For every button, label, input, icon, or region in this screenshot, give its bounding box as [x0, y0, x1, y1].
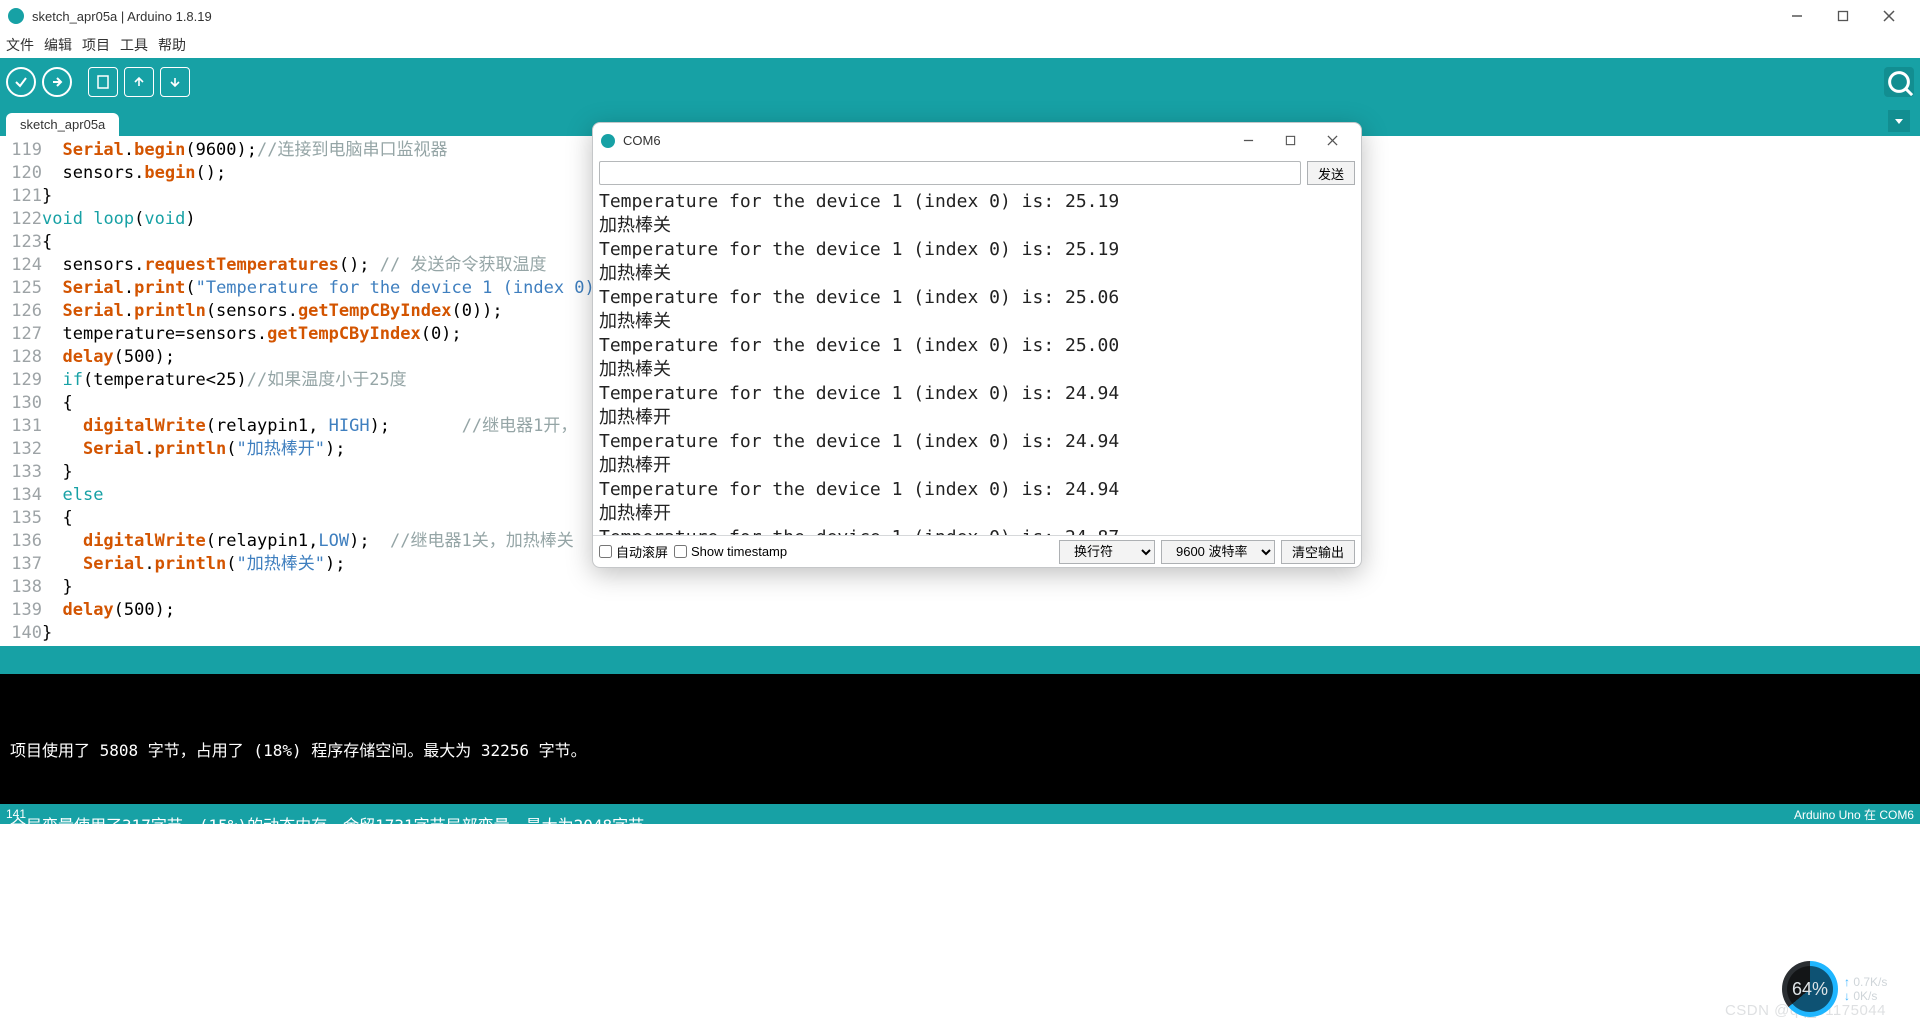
menu-edit[interactable]: 编辑: [44, 35, 72, 55]
baud-select[interactable]: 9600 波特率: [1161, 540, 1275, 564]
serial-title: COM6: [623, 133, 661, 148]
menu-bar: 文件 编辑 项目 工具 帮助: [0, 32, 1920, 58]
serial-bottom-bar: 自动滚屏 Show timestamp 换行符 9600 波特率 清空输出: [593, 535, 1361, 567]
cpu-gauge-icon: 64%: [1782, 961, 1838, 1017]
serial-send-row: 发送: [593, 158, 1361, 188]
verify-button[interactable]: [6, 67, 36, 97]
menu-help[interactable]: 帮助: [158, 35, 186, 55]
csdn-watermark: CSDN @qq_51175044: [1725, 1002, 1886, 1019]
close-button[interactable]: [1866, 0, 1912, 32]
menu-sketch[interactable]: 项目: [82, 35, 110, 55]
line-ending-select[interactable]: 换行符: [1059, 540, 1155, 564]
serial-input[interactable]: [599, 161, 1301, 185]
serial-minimize-button[interactable]: [1227, 126, 1269, 156]
menu-tools[interactable]: 工具: [120, 35, 148, 55]
window-title: sketch_apr05a | Arduino 1.8.19: [32, 9, 212, 24]
status-right: Arduino Uno 在 COM6: [1794, 806, 1914, 823]
net-down: 0K/s: [1844, 989, 1887, 1003]
maximize-button[interactable]: [1820, 0, 1866, 32]
save-sketch-button[interactable]: [160, 67, 190, 97]
build-console[interactable]: 项目使用了 5808 字节，占用了 (18%) 程序存储空间。最大为 32256…: [0, 674, 1920, 804]
clear-output-button[interactable]: 清空输出: [1281, 540, 1355, 564]
serial-monitor-button[interactable]: [1884, 67, 1914, 97]
net-up: 0.7K/s: [1844, 975, 1887, 989]
tab-menu-button[interactable]: [1888, 110, 1910, 132]
status-left: 141: [6, 807, 26, 821]
main-titlebar: sketch_apr05a | Arduino 1.8.19: [0, 0, 1920, 32]
minimize-button[interactable]: [1774, 0, 1820, 32]
serial-output[interactable]: Temperature for the device 1 (index 0) i…: [593, 188, 1361, 535]
tab-label: sketch_apr05a: [20, 117, 105, 132]
status-strip: [0, 646, 1920, 674]
serial-titlebar[interactable]: COM6: [593, 123, 1361, 158]
serial-monitor-window: COM6 发送 Temperature for the device 1 (in…: [592, 122, 1362, 568]
new-sketch-button[interactable]: [88, 67, 118, 97]
autoscroll-checkbox[interactable]: 自动滚屏: [599, 542, 668, 561]
arduino-app-icon: [601, 134, 615, 148]
menu-file[interactable]: 文件: [6, 35, 34, 55]
arduino-app-icon: [8, 8, 24, 24]
timestamp-checkbox[interactable]: Show timestamp: [674, 544, 787, 559]
console-line: 项目使用了 5808 字节，占用了 (18%) 程序存储空间。最大为 32256…: [10, 738, 1910, 763]
line-gutter: 1191201211221231241251261271281291301311…: [0, 136, 42, 646]
upload-button[interactable]: [42, 67, 72, 97]
serial-send-button[interactable]: 发送: [1307, 161, 1355, 185]
network-overlay: 64% 0.7K/s 0K/s: [1782, 959, 1902, 1019]
tab-sketch[interactable]: sketch_apr05a: [6, 113, 119, 136]
serial-close-button[interactable]: [1311, 126, 1353, 156]
toolbar: [0, 58, 1920, 106]
serial-maximize-button[interactable]: [1269, 126, 1311, 156]
open-sketch-button[interactable]: [124, 67, 154, 97]
